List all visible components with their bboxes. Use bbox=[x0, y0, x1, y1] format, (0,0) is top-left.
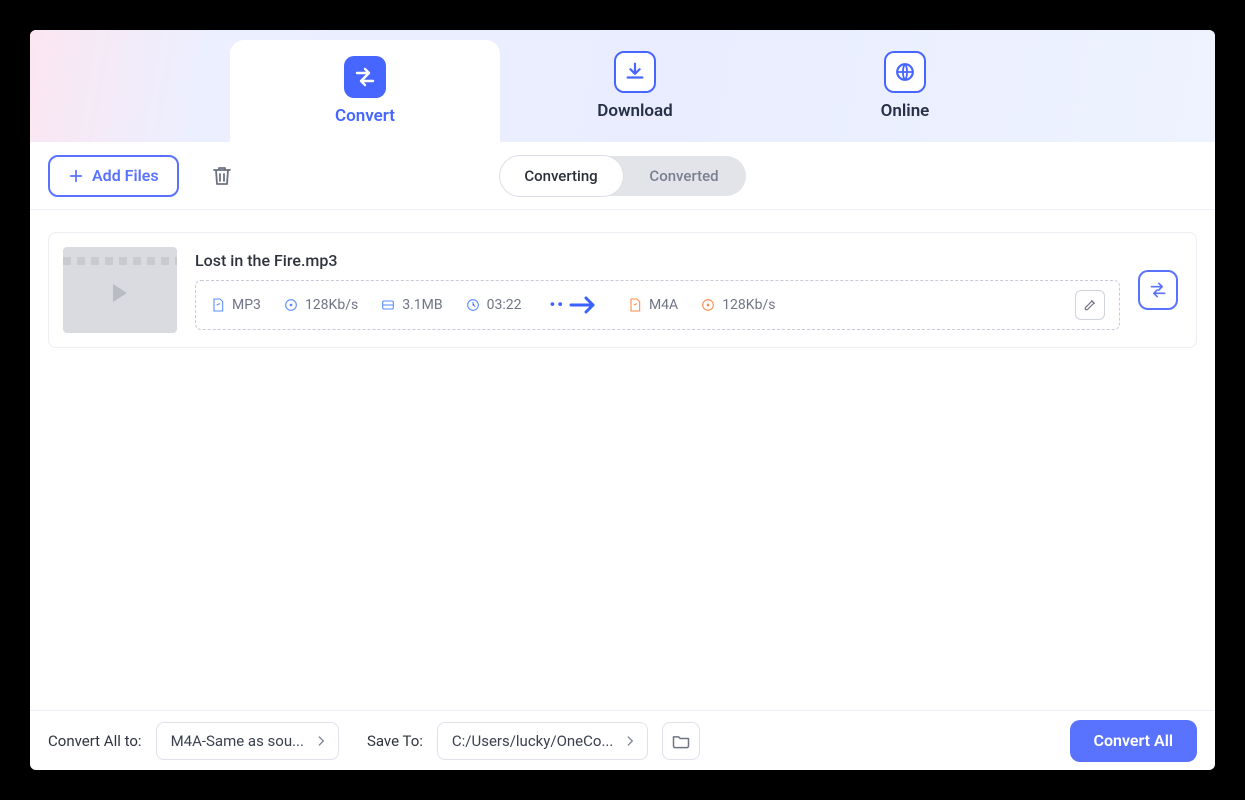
file-item: Lost in the Fire.mp3 MP3 128Kb/s 3.1MB bbox=[48, 232, 1197, 348]
toolbar: Add Files Converting Converted bbox=[30, 142, 1215, 210]
convert-all-to-value: M4A-Same as sou... bbox=[171, 732, 304, 750]
file-list: Lost in the Fire.mp3 MP3 128Kb/s 3.1MB bbox=[30, 210, 1215, 710]
segment-converting[interactable]: Converting bbox=[500, 156, 623, 196]
file-audio-icon bbox=[627, 297, 643, 313]
tab-download-label: Download bbox=[597, 101, 672, 121]
add-files-button[interactable]: Add Files bbox=[48, 155, 179, 197]
source-format: MP3 bbox=[210, 297, 261, 313]
file-name: Lost in the Fire.mp3 bbox=[195, 251, 1120, 270]
open-folder-button[interactable] bbox=[662, 722, 700, 760]
file-main: Lost in the Fire.mp3 MP3 128Kb/s 3.1MB bbox=[195, 251, 1120, 330]
file-properties: MP3 128Kb/s 3.1MB 03:22 • bbox=[195, 280, 1120, 330]
bottom-bar: Convert All to: M4A-Same as sou... Save … bbox=[30, 710, 1215, 770]
clock-icon bbox=[465, 297, 481, 313]
top-nav: Convert Download Online bbox=[30, 30, 1215, 142]
segment-converted[interactable]: Converted bbox=[623, 156, 746, 196]
file-thumbnail[interactable] bbox=[63, 247, 177, 333]
save-to-value: C:/Users/lucky/OneCo... bbox=[452, 732, 613, 750]
online-icon bbox=[884, 51, 926, 93]
play-icon bbox=[113, 284, 127, 302]
edit-icon bbox=[1082, 297, 1098, 313]
convert-all-button[interactable]: Convert All bbox=[1070, 720, 1197, 762]
convert-item-button[interactable] bbox=[1138, 270, 1178, 310]
target-bitrate: 128Kb/s bbox=[700, 297, 775, 313]
arrow-icon: •• bbox=[549, 295, 599, 314]
tab-online[interactable]: Online bbox=[770, 30, 1040, 142]
tab-online-label: Online bbox=[881, 101, 930, 121]
target-format: M4A bbox=[627, 297, 678, 313]
duration: 03:22 bbox=[465, 297, 522, 313]
edit-output-button[interactable] bbox=[1075, 290, 1105, 320]
storage-icon bbox=[380, 297, 396, 313]
save-to-label: Save To: bbox=[367, 732, 423, 750]
chevron-right-icon bbox=[623, 734, 637, 748]
disc-icon bbox=[283, 297, 299, 313]
delete-button[interactable] bbox=[207, 161, 237, 191]
plus-icon bbox=[68, 168, 84, 184]
chevron-right-icon bbox=[314, 734, 328, 748]
save-to-select[interactable]: C:/Users/lucky/OneCo... bbox=[437, 722, 648, 760]
source-bitrate: 128Kb/s bbox=[283, 297, 358, 313]
convert-all-to-label: Convert All to: bbox=[48, 732, 142, 750]
app-window: Convert Download Online Add bbox=[30, 30, 1215, 770]
trash-icon bbox=[210, 163, 234, 189]
convert-all-to-select[interactable]: M4A-Same as sou... bbox=[156, 722, 339, 760]
tab-convert-label: Convert bbox=[335, 106, 395, 126]
folder-icon bbox=[671, 731, 691, 751]
tab-download[interactable]: Download bbox=[500, 30, 770, 142]
file-audio-icon bbox=[210, 297, 226, 313]
status-segmented-control: Converting Converted bbox=[500, 156, 746, 196]
download-icon bbox=[614, 51, 656, 93]
convert-icon bbox=[344, 56, 386, 98]
swap-icon bbox=[1148, 280, 1168, 300]
tab-convert[interactable]: Convert bbox=[230, 40, 500, 142]
file-size: 3.1MB bbox=[380, 297, 442, 313]
add-files-label: Add Files bbox=[92, 166, 159, 185]
disc-icon bbox=[700, 297, 716, 313]
